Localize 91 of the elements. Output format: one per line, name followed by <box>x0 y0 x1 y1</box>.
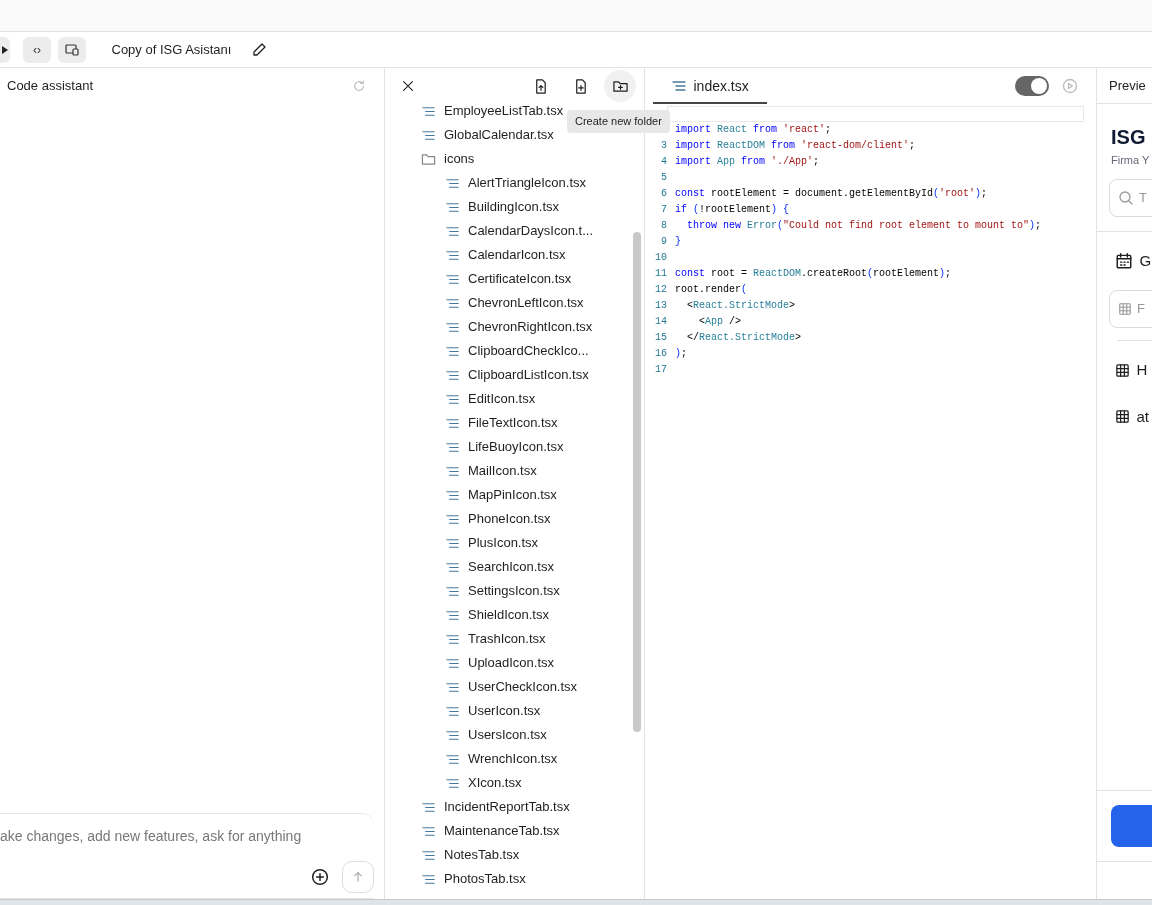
code-line: </React.StrictMode> <box>686 331 803 345</box>
file-name[interactable]: IncidentReportTab.tsx <box>444 797 570 817</box>
code-line: if (!rootElement) { <box>674 203 791 217</box>
file-name[interactable]: PhoneIcon.tsx <box>468 509 551 529</box>
file-name[interactable]: BuildingIcon.tsx <box>468 197 560 217</box>
arrow-up-icon <box>351 870 365 884</box>
file-name[interactable]: icons <box>444 149 475 169</box>
line-number: 13 <box>654 299 667 313</box>
file-name[interactable]: ChevronLeftIcon.tsx <box>468 293 584 313</box>
file-name[interactable]: ClipboardCheckIco... <box>468 341 589 361</box>
code-view-button[interactable]: ‹› <box>23 36 51 63</box>
code-line: import ReactDOM from 'react-dom/client'; <box>674 139 917 153</box>
line-number: 7 <box>660 203 667 217</box>
code-line: throw new Error("Could not find root element to mount to"); <box>686 219 1043 233</box>
file-name[interactable]: FileTextIcon.tsx <box>468 413 558 433</box>
line-number: 5 <box>660 171 667 185</box>
file-name[interactable]: WrenchIcon.tsx <box>468 749 558 769</box>
line-number: 11 <box>654 267 667 281</box>
play-icon <box>2 45 8 54</box>
file-name[interactable]: MapPinIcon.tsx <box>468 485 557 505</box>
panel-title: Previe <box>1109 76 1146 95</box>
close-icon[interactable] <box>401 79 415 93</box>
file-name[interactable]: EmployeeListTab.tsx <box>444 101 564 121</box>
file-name[interactable]: SettingsIcon.tsx <box>468 581 560 601</box>
nav-item[interactable]: G <box>1115 249 1152 272</box>
file-name[interactable]: MaintenanceTab.tsx <box>444 821 560 841</box>
devices-icon <box>64 43 79 56</box>
file-name[interactable]: ShieldIcon.tsx <box>468 605 549 625</box>
editor-tab[interactable]: index.tsx <box>653 70 767 104</box>
line-number: 3 <box>660 139 667 153</box>
line-number: 8 <box>660 219 667 233</box>
grid-icon <box>1115 362 1130 378</box>
file-name[interactable]: PlusIcon.tsx <box>468 533 539 553</box>
code-line: const root = ReactDOM.createRoot(rootElement); <box>674 267 953 281</box>
file-name[interactable]: CalendarDaysIcon.t... <box>468 221 593 241</box>
line-number: 6 <box>660 187 667 201</box>
file-name[interactable]: CertificateIcon.tsx <box>468 269 572 289</box>
pencil-icon[interactable] <box>250 41 267 58</box>
file-name[interactable]: PhotosTab.tsx <box>444 869 526 889</box>
device-preview-button[interactable] <box>57 36 86 63</box>
folder-icon[interactable] <box>421 151 436 167</box>
code-line: } <box>674 235 682 249</box>
file-name[interactable]: XIcon.tsx <box>468 773 522 793</box>
project-title: Copy of ISG Asistanı <box>111 40 232 59</box>
file-name[interactable]: UploadIcon.tsx <box>468 653 554 673</box>
code-line: import App from './App'; <box>674 155 821 169</box>
line-number: 9 <box>660 235 667 249</box>
file-icon <box>671 78 687 94</box>
file-name[interactable]: MailIcon.tsx <box>468 461 537 481</box>
file-name[interactable]: UserIcon.tsx <box>468 701 541 721</box>
code-line: <React.StrictMode> <box>686 299 797 313</box>
file-name[interactable]: AlertTriangleIcon.tsx <box>468 173 586 193</box>
file-name[interactable]: ChevronRightIcon.tsx <box>468 317 593 337</box>
line-number: 15 <box>654 331 667 345</box>
file-name[interactable]: GlobalCalendar.tsx <box>444 125 554 145</box>
line-number: 14 <box>654 315 667 329</box>
file-name[interactable]: UsersIcon.tsx <box>468 725 547 745</box>
new-folder-icon[interactable] <box>612 78 628 94</box>
grid-icon <box>1118 302 1132 316</box>
file-name[interactable]: UserCheckIcon.tsx <box>468 677 578 697</box>
file-name[interactable]: NotesTab.tsx <box>444 845 520 865</box>
grid-icon <box>1115 409 1130 425</box>
add-icon[interactable] <box>311 868 329 886</box>
code-line: import React from 'react'; <box>674 123 833 137</box>
line-number: 10 <box>654 251 667 265</box>
app-subtitle: Firma Y <box>1111 153 1151 168</box>
play-button[interactable] <box>0 36 10 63</box>
line-number: 12 <box>654 283 667 297</box>
calendar-icon <box>1115 251 1133 270</box>
nav-item[interactable]: at <box>1115 405 1152 428</box>
code-line: const rootElement = document.getElementById('root'); <box>674 187 989 201</box>
search-icon <box>1118 189 1134 206</box>
panel-title: Code assistant <box>7 77 93 96</box>
code-line: root.render( <box>674 283 749 297</box>
code-line: ); <box>674 347 689 361</box>
scrollbar-thumb[interactable] <box>633 232 641 732</box>
file-name[interactable]: ClipboardListIcon.tsx <box>468 365 589 385</box>
line-number: 17 <box>654 363 667 377</box>
file-name[interactable]: LifeBuoyIcon.tsx <box>468 437 564 457</box>
nav-item[interactable]: H <box>1115 359 1152 382</box>
line-number: 4 <box>660 155 667 169</box>
toggle-switch[interactable] <box>1015 76 1049 96</box>
tooltip: Create new folder <box>567 110 670 133</box>
app-title: ISG <box>1111 125 1147 150</box>
line-number: 16 <box>654 347 667 361</box>
file-name[interactable]: EditIcon.tsx <box>468 389 536 409</box>
code-line: <App /> <box>698 315 743 329</box>
file-name[interactable]: SearchIcon.tsx <box>468 557 554 577</box>
file-name[interactable]: CalendarIcon.tsx <box>468 245 566 265</box>
prompt-input[interactable]: ake changes, add new features, ask for anything <box>0 826 374 847</box>
file-name[interactable]: TrashIcon.tsx <box>468 629 546 649</box>
